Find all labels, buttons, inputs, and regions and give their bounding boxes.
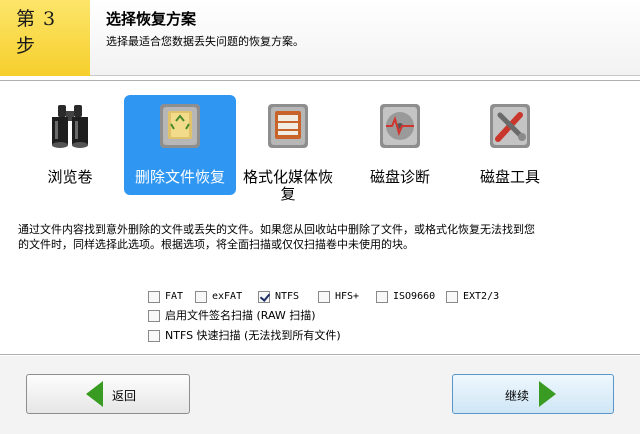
recycle-bin-disk-icon xyxy=(154,101,206,151)
page-subtitle: 选择最适合您数据丢失问题的恢复方案。 xyxy=(106,35,304,48)
checkbox-exfat[interactable] xyxy=(195,291,207,303)
checkbox-label: HFS+ xyxy=(335,291,360,302)
option-label: 磁盘工具 xyxy=(479,168,540,186)
footer: 返回 继续 xyxy=(0,356,640,434)
page-title: 选择恢复方案 xyxy=(106,10,197,28)
next-button-label: 继续 xyxy=(505,389,530,403)
checkbox-ext23[interactable] xyxy=(446,291,458,303)
checkbox-label: NTFS xyxy=(275,291,300,302)
main-panel: 浏览卷 删除文件恢复 格式化媒体恢复 磁盘诊断 磁盘工具 通过文件内容找到意外删… xyxy=(0,80,640,355)
option-label: 删除文件恢复 xyxy=(134,168,225,186)
disk-diagnostic-icon xyxy=(374,101,426,151)
back-button-label: 返回 xyxy=(112,389,137,403)
checkbox-ntfs-quick-scan[interactable] xyxy=(148,330,160,342)
checkbox-iso9660[interactable] xyxy=(376,291,388,303)
option-disk-tools[interactable]: 磁盘工具 xyxy=(454,95,566,195)
option-disk-diagnostics[interactable]: 磁盘诊断 xyxy=(344,95,456,195)
checkbox-raw-scan[interactable] xyxy=(148,310,160,322)
option-deleted-file-recovery[interactable]: 删除文件恢复 xyxy=(124,95,236,195)
option-label: 磁盘诊断 xyxy=(369,168,430,186)
disk-tools-icon xyxy=(484,101,536,151)
checkbox-hfs-plus[interactable] xyxy=(318,291,330,303)
ntfs-quick-scan-option: NTFS 快速扫描 (无法找到所有文件) xyxy=(0,329,640,345)
back-button[interactable]: 返回 xyxy=(26,374,190,414)
raw-scan-option: 启用文件签名扫描 (RAW 扫描) xyxy=(0,309,640,325)
filesystem-options: FAT exFAT NTFS HFS+ ISO9660 EXT2/3 xyxy=(0,290,640,306)
checkbox-label: 启用文件签名扫描 (RAW 扫描) xyxy=(165,309,316,322)
option-formatted-media-recovery[interactable]: 格式化媒体恢复 xyxy=(232,95,344,203)
checkbox-label: exFAT xyxy=(212,291,243,302)
checkbox-label: ISO9660 xyxy=(393,291,436,302)
step-badge: 第 3 步 xyxy=(0,0,90,76)
description-line: 的文件时，同样选择此选项。根据选项，将全面扫描或仅仅扫描卷中未使用的块。 xyxy=(18,238,414,251)
option-description: 通过文件内容找到意外删除的文件或丢失的文件。如果您从回收站中删除了文件，或格式化… xyxy=(18,222,622,252)
checkbox-ntfs[interactable] xyxy=(258,291,270,303)
recovery-options: 浏览卷 删除文件恢复 格式化媒体恢复 磁盘诊断 磁盘工具 xyxy=(0,81,640,206)
header: 选择恢复方案 选择最适合您数据丢失问题的恢复方案。 xyxy=(90,0,640,76)
option-browse-volume[interactable]: 浏览卷 xyxy=(14,95,126,195)
checkbox-label: FAT xyxy=(165,291,184,302)
next-button[interactable]: 继续 xyxy=(452,374,614,414)
arrow-left-icon xyxy=(86,381,103,407)
option-label: 浏览卷 xyxy=(47,168,93,186)
checkbox-label: NTFS 快速扫描 (无法找到所有文件) xyxy=(165,329,341,342)
checkbox-fat[interactable] xyxy=(148,291,160,303)
step-label: 第 3 步 xyxy=(16,8,57,57)
checkbox-label: EXT2/3 xyxy=(463,291,500,302)
arrow-right-icon xyxy=(539,381,556,407)
format-disk-icon xyxy=(262,101,314,151)
option-label: 格式化媒体恢复 xyxy=(242,168,333,203)
binoculars-icon xyxy=(44,101,96,151)
description-line: 通过文件内容找到意外删除的文件或丢失的文件。如果您从回收站中删除了文件，或格式化… xyxy=(18,223,535,236)
